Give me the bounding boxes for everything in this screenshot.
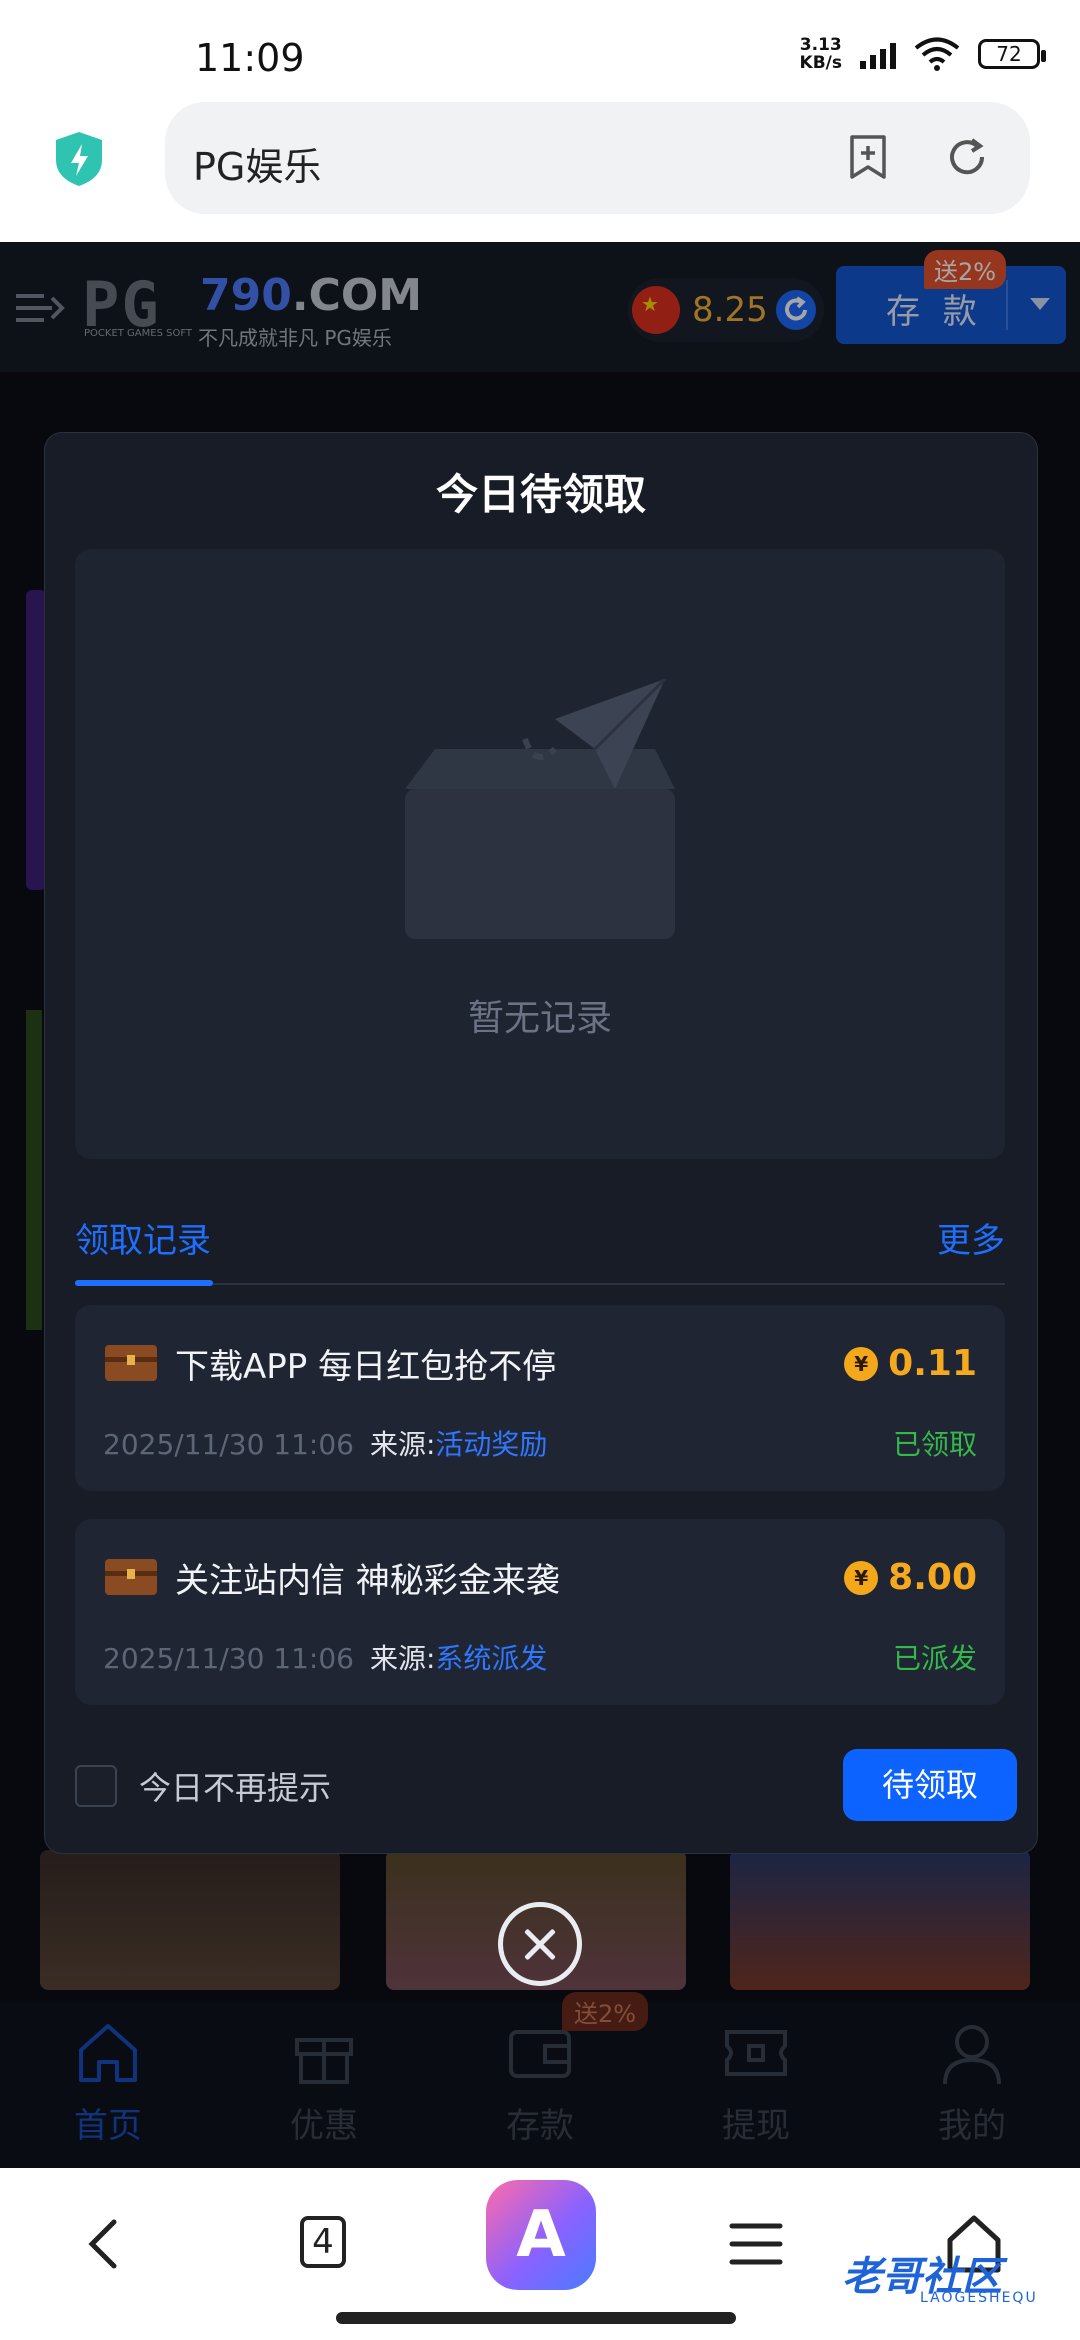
ai-assistant-button[interactable]: A — [486, 2180, 596, 2290]
status-bar: 11:09 3.13 KB/s 72 — [0, 0, 1080, 100]
status-icons: 3.13 KB/s 72 — [799, 35, 1046, 73]
ai-logo-icon: A — [516, 2198, 566, 2272]
coin-icon: ¥ — [844, 1346, 879, 1381]
record-title: 下载APP 每日红包抢不停 — [175, 1347, 557, 1387]
back-icon[interactable] — [74, 2212, 138, 2276]
dont-show-today[interactable]: 今日不再提示 — [75, 1763, 331, 1809]
status-time: 11:09 — [195, 36, 305, 80]
record-meta: 2025/11/30 11:06 来源:系统派发 — [103, 1642, 548, 1675]
home-indicator[interactable] — [336, 2312, 736, 2324]
add-bookmark-icon[interactable] — [846, 134, 890, 180]
battery-icon: 72 — [978, 39, 1046, 69]
active-tab-indicator — [75, 1280, 213, 1286]
page-title: PG娱乐 — [193, 145, 322, 189]
empty-box-icon — [405, 679, 675, 939]
treasure-chest-icon — [105, 1559, 157, 1595]
record-status: 已领取 — [892, 1428, 977, 1461]
daily-rewards-dialog: 今日待领取 暂无记录 领取记录 更多 下载APP 每日红包抢不停 ¥ 0.11 … — [44, 432, 1038, 1854]
record-status: 已派发 — [892, 1642, 977, 1675]
empty-state: 暂无记录 — [75, 549, 1005, 1159]
network-speed: 3.13 KB/s — [799, 35, 842, 73]
dont-show-label: 今日不再提示 — [139, 1769, 332, 1807]
empty-state-text: 暂无记录 — [467, 998, 612, 1039]
treasure-chest-icon — [105, 1345, 157, 1381]
close-icon[interactable] — [498, 1902, 582, 1986]
menu-icon[interactable] — [724, 2212, 788, 2276]
signal-icon — [860, 39, 896, 69]
browser-toolbar: PG娱乐 — [0, 100, 1080, 242]
list-item: 下载APP 每日红包抢不停 ¥ 0.11 2025/11/30 11:06 来源:… — [75, 1305, 1005, 1491]
records-tabs: 领取记录 更多 — [75, 1203, 1005, 1286]
tabs-button[interactable]: 4 — [300, 2216, 346, 2268]
dont-show-checkbox[interactable] — [75, 1765, 117, 1807]
wifi-icon — [914, 37, 960, 71]
claim-button[interactable]: 待领取 — [843, 1749, 1017, 1821]
record-title: 关注站内信 神秘彩金来袭 — [175, 1561, 560, 1601]
reload-icon[interactable] — [944, 134, 990, 180]
shield-icon[interactable] — [52, 130, 106, 188]
coin-icon: ¥ — [844, 1560, 879, 1595]
tab-claim-records[interactable]: 领取记录 — [75, 1213, 211, 1262]
watermark-subtitle: LAOGESHEQU — [920, 2290, 1038, 2306]
record-meta: 2025/11/30 11:06 来源:活动奖励 — [103, 1428, 548, 1461]
more-link[interactable]: 更多 — [937, 1213, 1005, 1262]
address-bar[interactable]: PG娱乐 — [165, 102, 1030, 214]
dialog-title: 今日待领取 — [435, 470, 646, 519]
record-amount: ¥ 8.00 — [844, 1557, 977, 1598]
list-item: 关注站内信 神秘彩金来袭 ¥ 8.00 2025/11/30 11:06 来源:系… — [75, 1519, 1005, 1705]
record-amount: ¥ 0.11 — [844, 1343, 977, 1384]
